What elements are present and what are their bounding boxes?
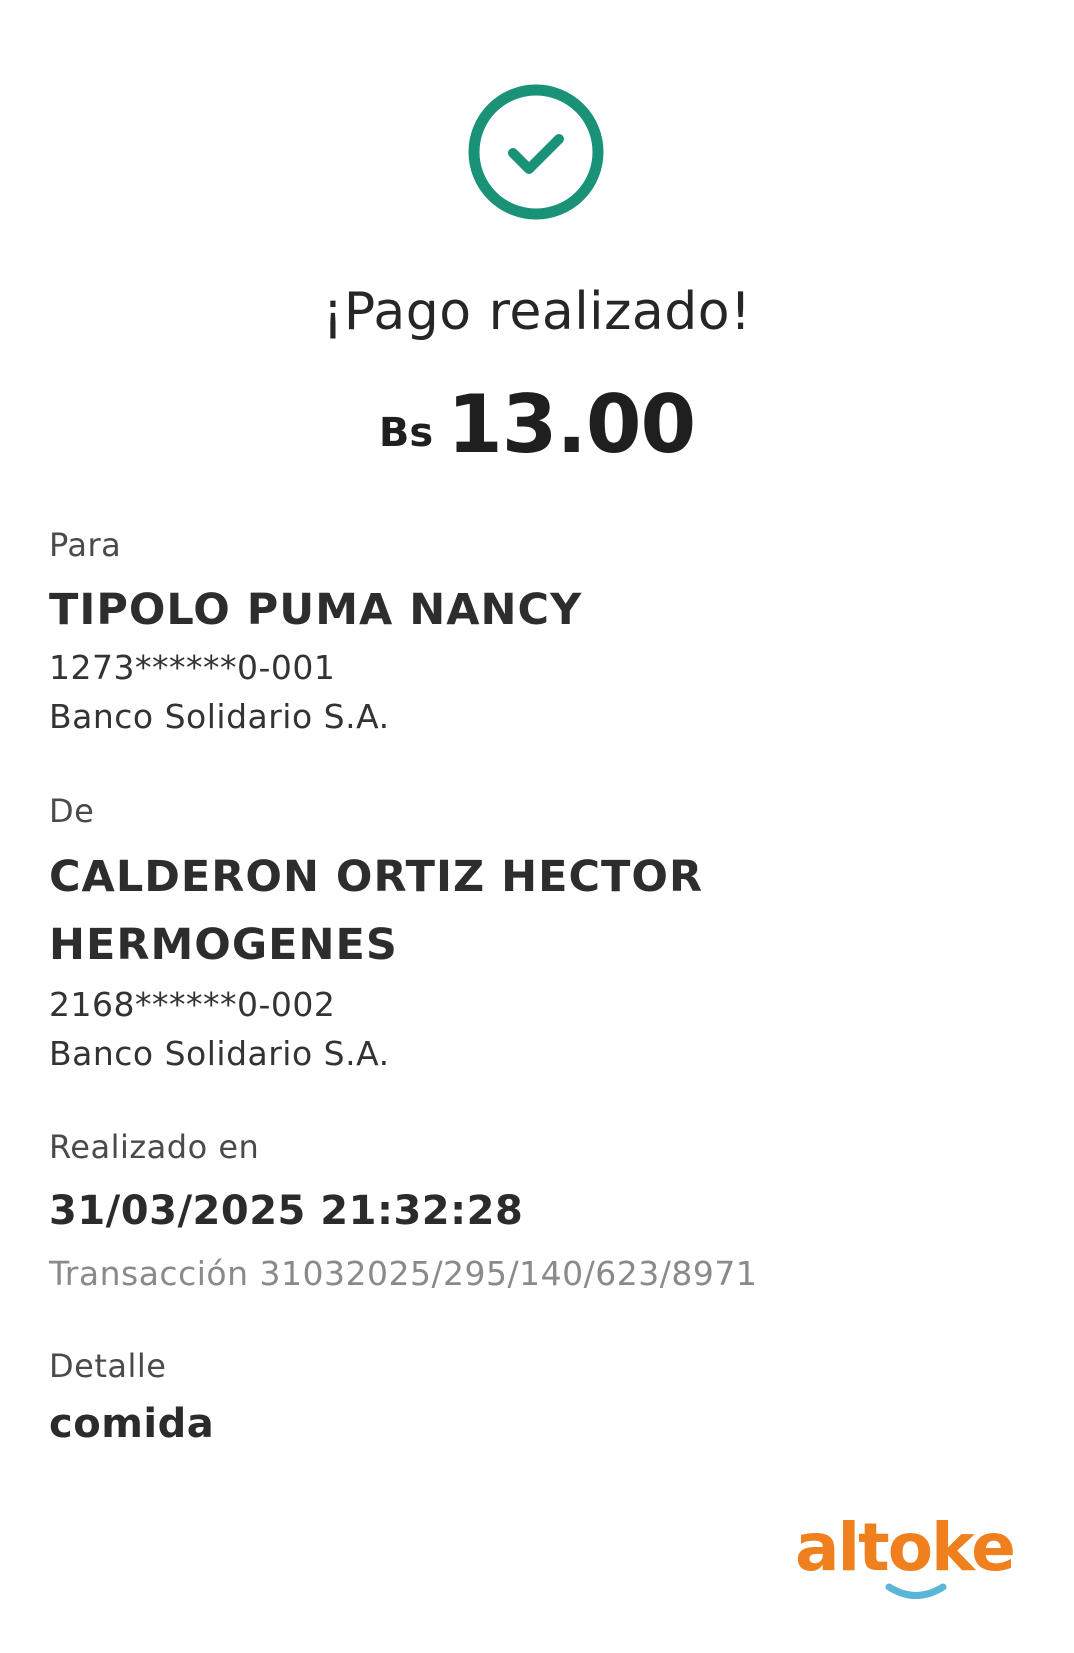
sender-account: 2168******0-002 xyxy=(49,985,336,1024)
detail-value: comida xyxy=(49,1401,215,1447)
sender-bank: Banco Solidario S.A. xyxy=(49,1034,390,1073)
timestamp-label: Realizado en xyxy=(49,1128,260,1166)
page-title: ¡Pago realizado! xyxy=(322,282,752,342)
currency-label: Bs xyxy=(378,410,434,456)
detail-label: Detalle xyxy=(49,1347,167,1385)
sender-label: De xyxy=(49,792,95,830)
smile-icon xyxy=(885,1583,947,1599)
altoke-logo: altoke xyxy=(795,1512,1027,1608)
recipient-name: TIPOLO PUMA NANCY xyxy=(49,585,583,635)
recipient-bank: Banco Solidario S.A. xyxy=(49,697,390,736)
payment-amount: Bs 13.00 xyxy=(0,378,1074,471)
amount-value: 13.00 xyxy=(447,378,696,471)
check-circle-icon xyxy=(467,83,605,221)
sender-name-line1: CALDERON ORTIZ HECTOR xyxy=(49,852,704,902)
recipient-account: 1273******0-001 xyxy=(49,648,336,687)
logo-text: altoke xyxy=(795,1509,1016,1586)
timestamp-value: 31/03/2025 21:32:28 xyxy=(49,1188,524,1234)
sender-name-line2: HERMOGENES xyxy=(49,920,398,970)
transaction-id: Transacción 31032025/295/140/623/8971 xyxy=(49,1254,758,1293)
recipient-label: Para xyxy=(49,526,122,564)
